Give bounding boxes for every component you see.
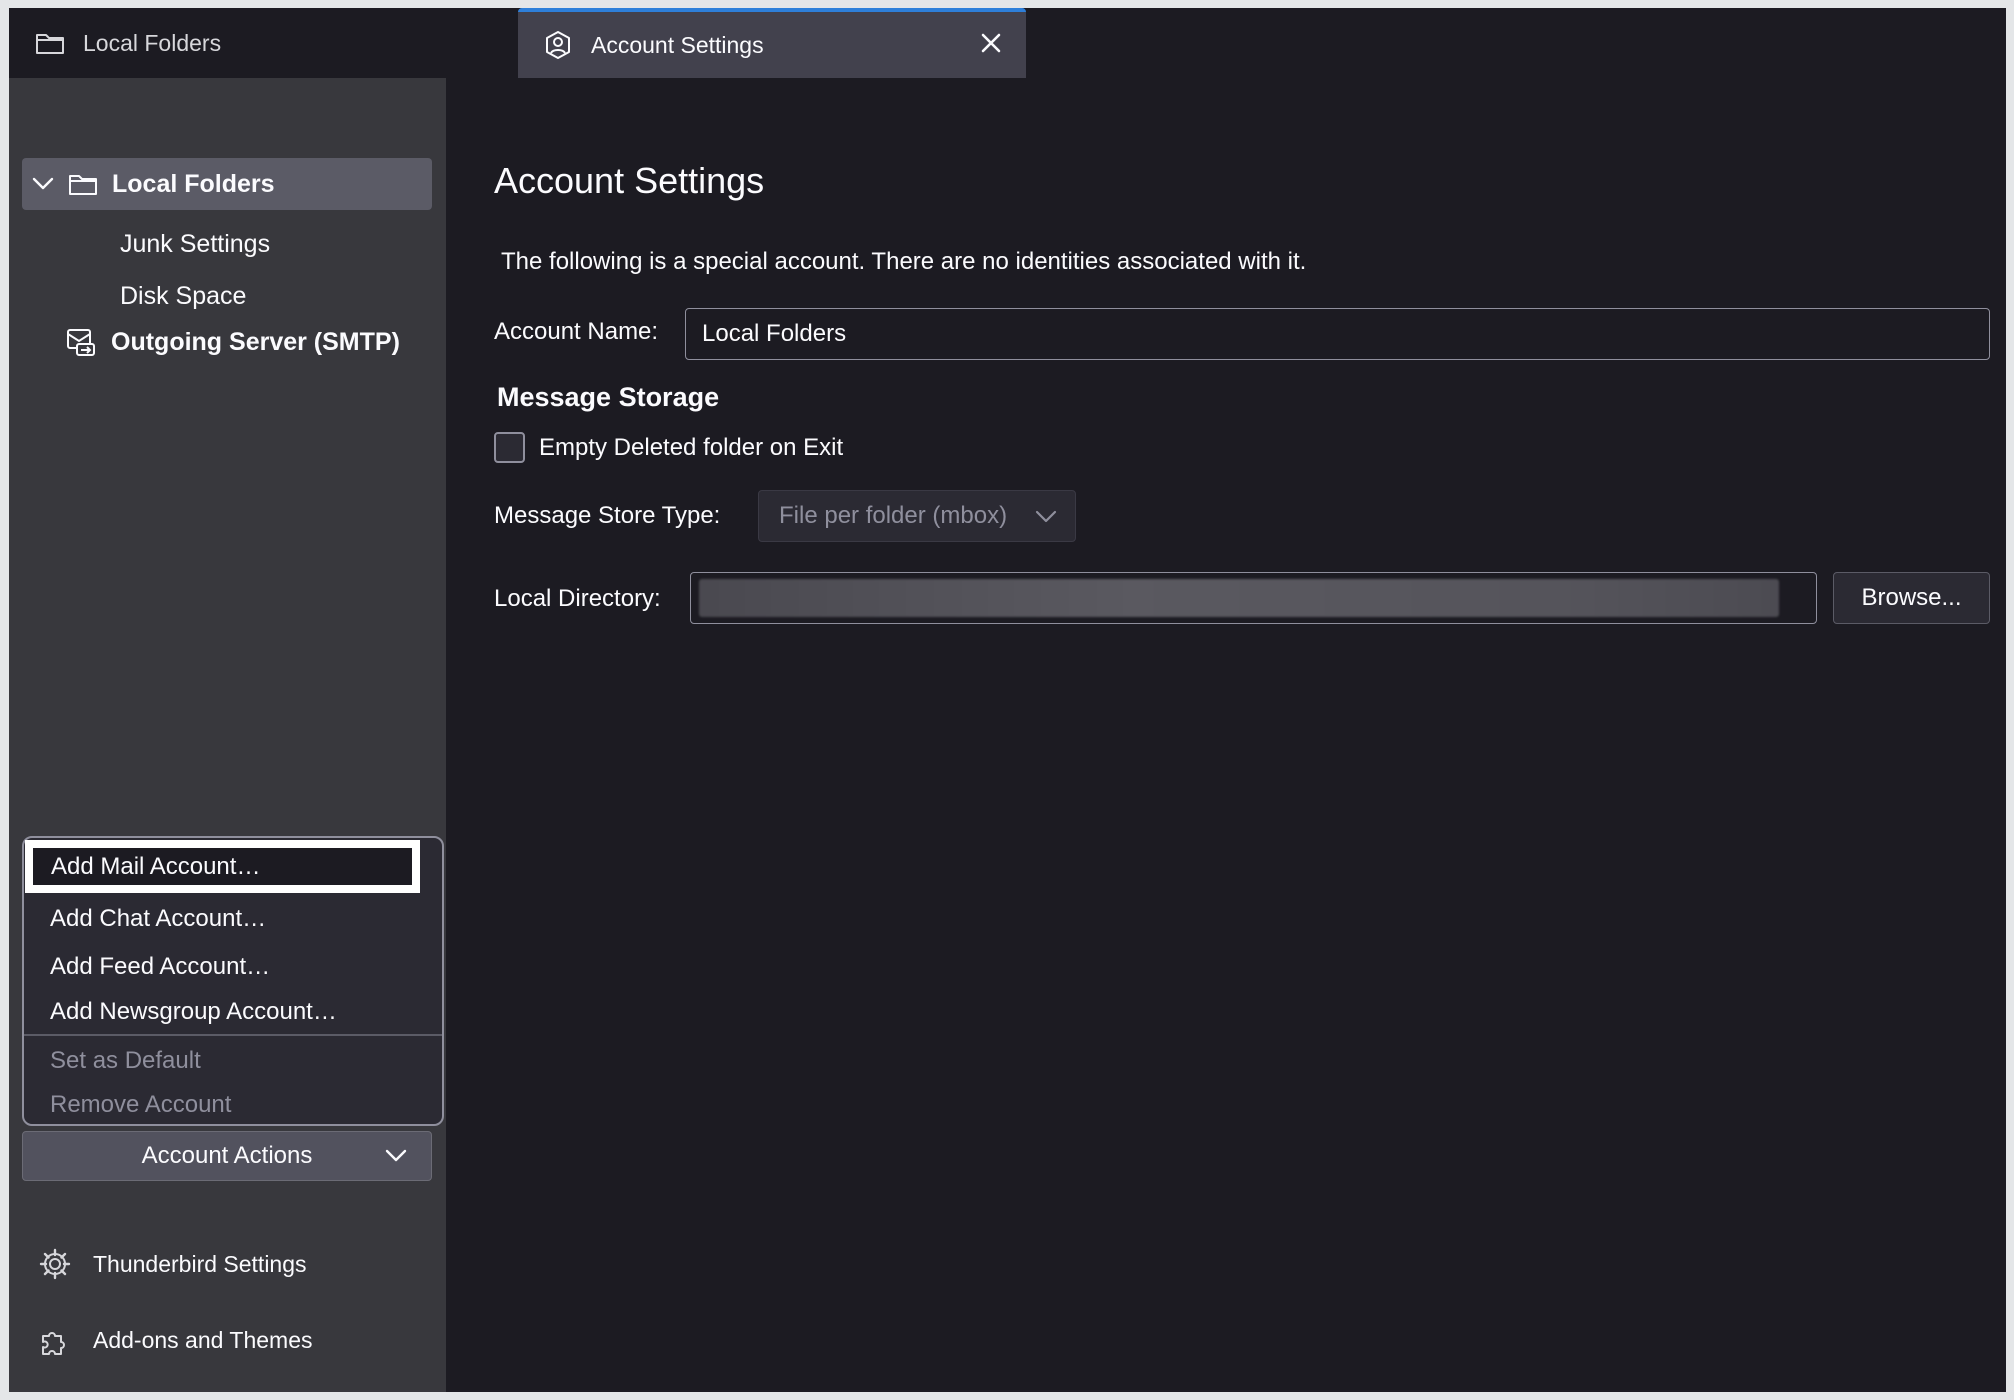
account-icon — [543, 29, 575, 61]
footer-item-label: Thunderbird Settings — [93, 1250, 307, 1277]
menu-item-add-chat-account[interactable]: Add Chat Account… — [24, 896, 442, 942]
page-title: Account Settings — [494, 160, 765, 201]
menu-item-set-as-default: Set as Default — [24, 1038, 442, 1084]
menu-separator — [24, 1034, 442, 1036]
addons-themes-link[interactable]: Add-ons and Themes — [39, 1323, 313, 1357]
chevron-down-icon[interactable] — [32, 177, 54, 191]
puzzle-piece-icon — [39, 1323, 73, 1357]
account-actions-menu: Add Mail Account… Add Chat Account… Add … — [22, 836, 444, 1126]
local-directory-input[interactable] — [690, 572, 1817, 624]
thunderbird-settings-link[interactable]: Thunderbird Settings — [39, 1247, 307, 1281]
menu-item-label: Set as Default — [50, 1047, 201, 1074]
gear-icon — [39, 1247, 73, 1281]
account-actions-label: Account Actions — [141, 1142, 313, 1169]
account-actions-button[interactable]: Account Actions — [22, 1131, 432, 1181]
empty-deleted-checkbox[interactable] — [494, 432, 525, 463]
app-window: Local Folders Account Settings Local Fol… — [9, 8, 2006, 1392]
local-directory-label: Local Directory: — [494, 585, 661, 612]
menu-item-label: Add Newsgroup Account… — [50, 998, 337, 1025]
menu-item-label: Add Mail Account… — [51, 852, 261, 880]
tree-item-label: Junk Settings — [120, 229, 271, 258]
close-tab-icon[interactable] — [974, 26, 1008, 60]
tab-local-folders[interactable]: Local Folders — [9, 8, 519, 78]
store-type-select: File per folder (mbox) — [758, 490, 1076, 542]
outgoing-server-icon — [65, 326, 97, 358]
store-type-value: File per folder (mbox) — [779, 502, 1008, 529]
browse-button[interactable]: Browse... — [1833, 572, 1990, 624]
menu-item-label: Add Feed Account… — [50, 953, 271, 980]
account-name-input[interactable]: Local Folders — [685, 308, 1990, 360]
account-description: The following is a special account. Ther… — [501, 248, 1307, 275]
message-storage-heading: Message Storage — [497, 382, 720, 412]
menu-item-remove-account: Remove Account — [24, 1086, 442, 1124]
folder-icon — [35, 27, 67, 59]
chevron-down-icon — [1035, 505, 1057, 534]
footer-item-label: Add-ons and Themes — [93, 1326, 313, 1353]
tab-bar: Local Folders Account Settings — [9, 8, 2006, 79]
tab-label: Local Folders — [83, 29, 222, 56]
account-settings-pane: Account Settings The following is a spec… — [446, 78, 2006, 1392]
redacted-path — [699, 579, 1779, 617]
store-type-label: Message Store Type: — [494, 502, 721, 529]
menu-item-add-mail-account[interactable]: Add Mail Account… — [25, 840, 420, 893]
tab-account-settings[interactable]: Account Settings — [518, 8, 1026, 78]
menu-item-label: Remove Account — [50, 1091, 232, 1118]
account-name-label: Account Name: — [494, 318, 659, 345]
tree-item-local-folders[interactable]: Local Folders — [22, 158, 432, 210]
menu-item-label: Add Chat Account… — [50, 905, 267, 932]
tab-label: Account Settings — [591, 31, 764, 58]
account-sidebar: Local Folders Junk Settings Disk Space O… — [9, 78, 446, 1392]
tree-item-label: Outgoing Server (SMTP) — [111, 327, 400, 356]
tree-item-label: Local Folders — [112, 169, 275, 198]
account-name-value: Local Folders — [702, 320, 847, 347]
tree-item-label: Disk Space — [120, 281, 247, 310]
tree-item-junk-settings[interactable]: Junk Settings — [120, 222, 270, 266]
tree-item-disk-space[interactable]: Disk Space — [120, 274, 246, 318]
menu-item-add-feed-account[interactable]: Add Feed Account… — [24, 944, 442, 990]
empty-deleted-label[interactable]: Empty Deleted folder on Exit — [539, 434, 843, 462]
chevron-down-icon — [385, 1144, 407, 1173]
tree-item-outgoing-server[interactable]: Outgoing Server (SMTP) — [65, 318, 400, 366]
menu-item-add-newsgroup-account[interactable]: Add Newsgroup Account… — [24, 992, 442, 1032]
folder-icon — [68, 172, 98, 196]
